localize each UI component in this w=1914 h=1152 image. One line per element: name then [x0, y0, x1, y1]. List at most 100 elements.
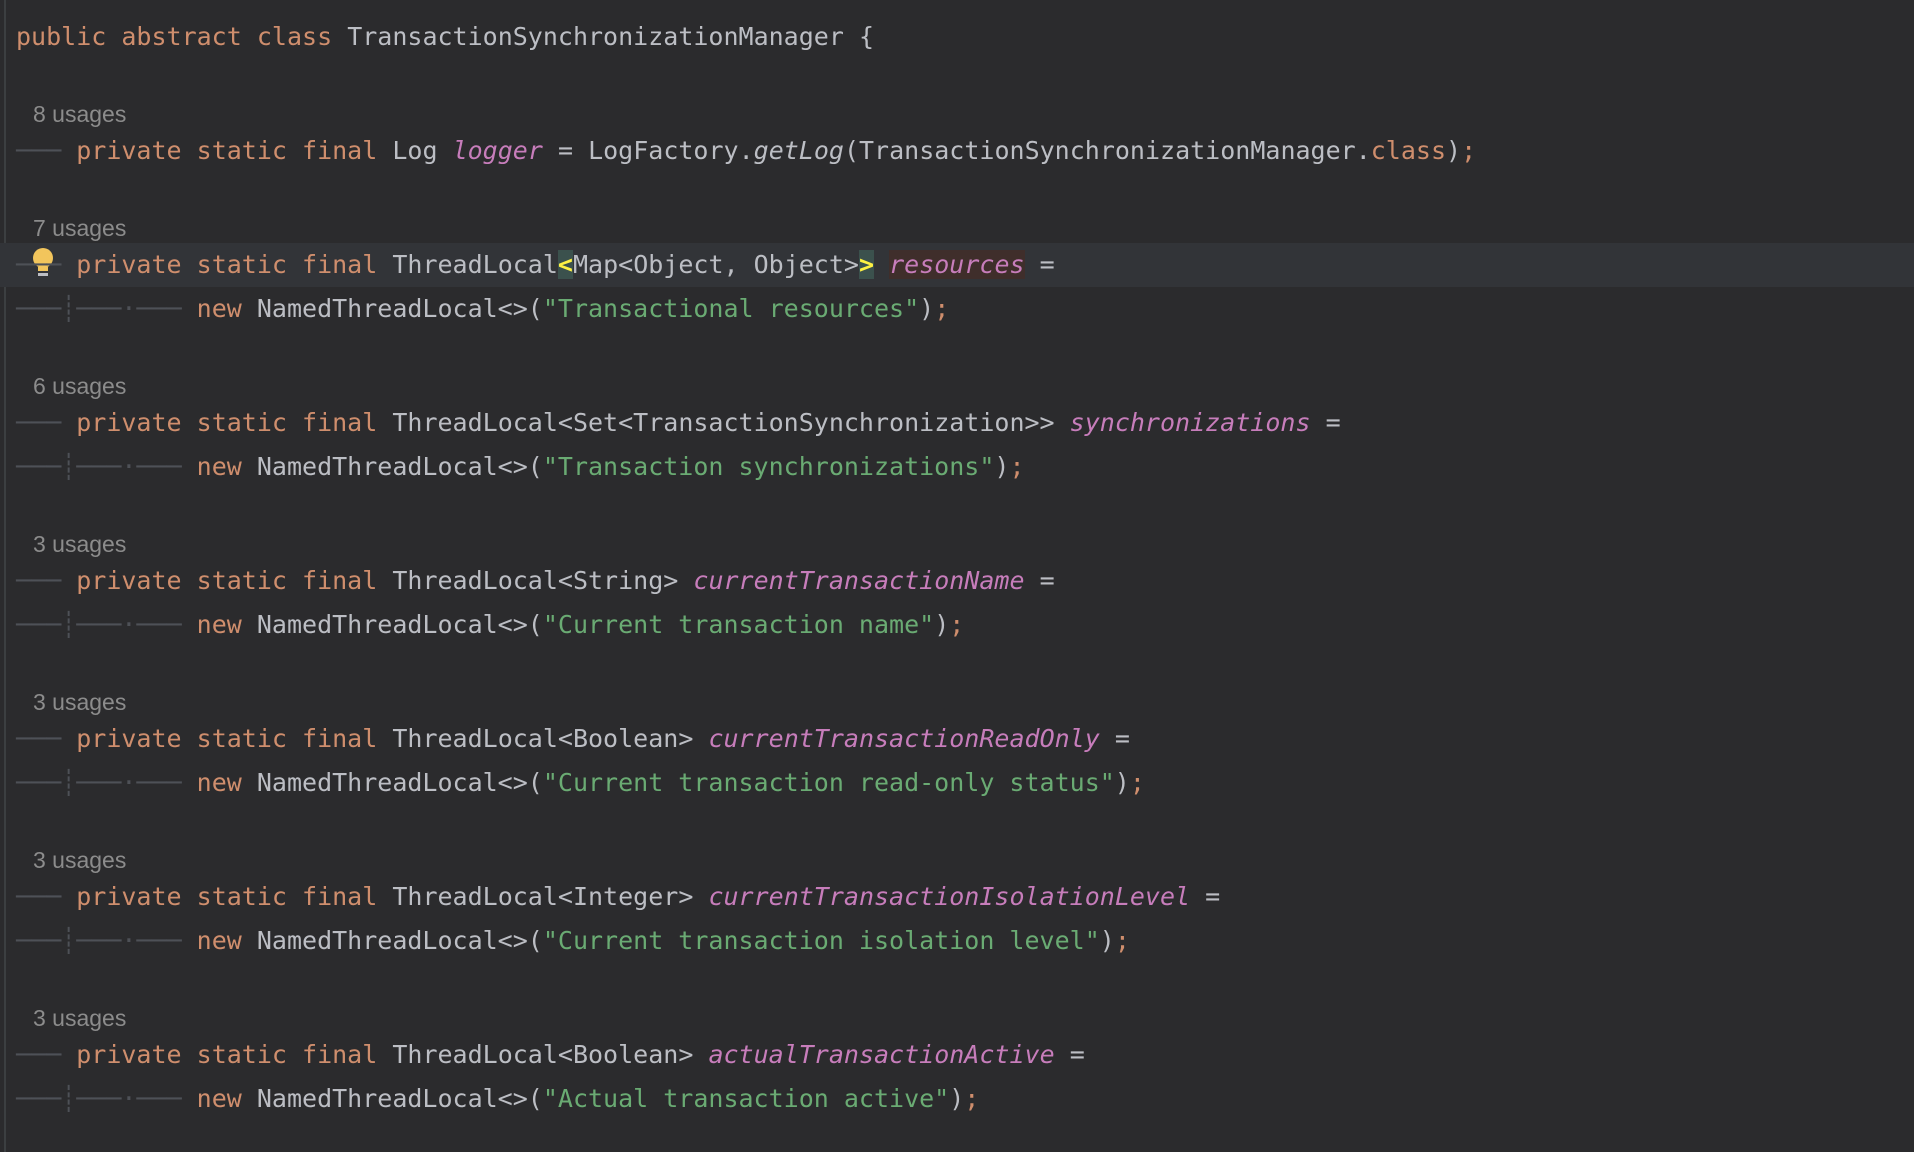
indent-guide: ───	[16, 882, 62, 911]
usages-hint-current-transaction-name[interactable]: 3 usages	[33, 524, 126, 564]
assign-operator: =	[1114, 724, 1130, 753]
init-line-current-transaction-isolation-level[interactable]: ───┊───·─── new NamedThreadLocal<>("Curr…	[16, 919, 1130, 963]
constructor-call[interactable]: NamedThreadLocal<>(	[257, 1084, 543, 1113]
indent-guide: ───┊───·───	[16, 610, 182, 639]
init-line-resources[interactable]: ───┊───·─── new NamedThreadLocal<>("Tran…	[16, 287, 949, 331]
keyword-new: new	[196, 610, 242, 639]
keyword-final: final	[302, 1040, 378, 1069]
keyword-new: new	[196, 1084, 242, 1113]
keyword-private: private	[76, 1040, 182, 1069]
keyword-class-literal: class	[1370, 136, 1447, 165]
keyword-final: final	[302, 724, 378, 753]
string-literal[interactable]: "Current transaction name"	[543, 610, 934, 639]
indent-guide: ───	[16, 1040, 62, 1069]
semicolon: ;	[1461, 136, 1477, 165]
field-type-arg[interactable]: Map<Object, Object>	[573, 250, 859, 279]
keyword-final: final	[302, 408, 378, 437]
indent-guide: ───	[16, 136, 62, 165]
field-name-current-transaction-isolation-level[interactable]: currentTransactionIsolationLevel	[708, 882, 1190, 911]
indent-guide: ───	[16, 724, 62, 753]
keyword-static: static	[196, 724, 287, 753]
indent-guide: ───┊───·───	[16, 926, 182, 955]
assign-operator: =	[1069, 1040, 1085, 1069]
field-line-synchronizations[interactable]: ─── private static final ThreadLocal<Set…	[16, 401, 1341, 445]
field-line-resources[interactable]: ─── private static final ThreadLocal<Map…	[16, 243, 1055, 287]
close-paren: )	[994, 452, 1010, 481]
init-args[interactable]: (TransactionSynchronizationManager.	[844, 136, 1371, 165]
matched-bracket-close: >	[858, 250, 875, 279]
indent-guide: ───	[16, 250, 62, 279]
keyword-static: static	[196, 882, 287, 911]
code-editor[interactable]: public abstract class TransactionSynchro…	[0, 0, 1914, 1152]
keyword-new: new	[196, 452, 242, 481]
keyword-final: final	[302, 882, 378, 911]
constructor-call[interactable]: NamedThreadLocal<>(	[257, 610, 543, 639]
keyword-final: final	[302, 566, 378, 595]
field-type[interactable]: ThreadLocal<String>	[392, 566, 678, 595]
keyword-private: private	[76, 250, 182, 279]
assign-operator: =	[1039, 566, 1055, 595]
usages-hint-logger[interactable]: 8 usages	[33, 94, 126, 134]
field-name-current-transaction-name[interactable]: currentTransactionName	[693, 566, 1024, 595]
usages-hint-resources[interactable]: 7 usages	[33, 208, 126, 248]
string-literal[interactable]: "Actual transaction active"	[543, 1084, 949, 1113]
field-line-logger[interactable]: ─── private static final Log logger = Lo…	[16, 129, 1476, 173]
keyword-static: static	[196, 250, 287, 279]
usages-hint-synchronizations[interactable]: 6 usages	[33, 366, 126, 406]
field-line-current-transaction-name[interactable]: ─── private static final ThreadLocal<Str…	[16, 559, 1055, 603]
assign-operator: =	[1205, 882, 1221, 911]
field-type[interactable]: Log	[392, 136, 437, 165]
assign-operator: =	[1325, 408, 1341, 437]
init-line-current-transaction-name[interactable]: ───┊───·─── new NamedThreadLocal<>("Curr…	[16, 603, 964, 647]
field-type[interactable]: ThreadLocal<Set<TransactionSynchronizati…	[392, 408, 1054, 437]
usages-hint-current-transaction-isolation-level[interactable]: 3 usages	[33, 840, 126, 880]
init-class[interactable]: LogFactory.	[588, 136, 754, 165]
keyword-new: new	[196, 768, 242, 797]
string-literal[interactable]: "Current transaction isolation level"	[543, 926, 1100, 955]
string-literal[interactable]: "Current transaction read-only status"	[543, 768, 1115, 797]
string-literal[interactable]: "Transaction synchronizations"	[543, 452, 995, 481]
close-paren: )	[919, 294, 935, 323]
semicolon: ;	[1129, 768, 1145, 797]
class-declaration-line[interactable]: public abstract class TransactionSynchro…	[16, 15, 874, 59]
constructor-call[interactable]: NamedThreadLocal<>(	[257, 768, 543, 797]
constructor-call[interactable]: NamedThreadLocal<>(	[257, 294, 543, 323]
keyword-private: private	[76, 882, 182, 911]
init-line-actual-transaction-active[interactable]: ───┊───·─── new NamedThreadLocal<>("Actu…	[16, 1077, 979, 1121]
field-line-actual-transaction-active[interactable]: ─── private static final ThreadLocal<Boo…	[16, 1033, 1085, 1077]
field-type[interactable]: ThreadLocal	[392, 250, 558, 279]
field-type[interactable]: ThreadLocal<Boolean>	[392, 1040, 693, 1069]
gutter-border	[4, 0, 6, 1152]
string-literal[interactable]: "Transactional resources"	[543, 294, 919, 323]
field-type[interactable]: ThreadLocal<Integer>	[392, 882, 693, 911]
indent-guide: ───┊───·───	[16, 768, 182, 797]
field-name-synchronizations[interactable]: synchronizations	[1070, 408, 1311, 437]
constructor-call[interactable]: NamedThreadLocal<>(	[257, 926, 543, 955]
class-name[interactable]: TransactionSynchronizationManager	[347, 22, 844, 51]
open-brace: {	[858, 22, 875, 51]
field-line-current-transaction-read-only[interactable]: ─── private static final ThreadLocal<Boo…	[16, 717, 1130, 761]
constructor-call[interactable]: NamedThreadLocal<>(	[257, 452, 543, 481]
matched-bracket-open: <	[557, 250, 573, 279]
init-line-synchronizations[interactable]: ───┊───·─── new NamedThreadLocal<>("Tran…	[16, 445, 1025, 489]
indent-guide: ───┊───·───	[16, 452, 182, 481]
init-line-current-transaction-read-only[interactable]: ───┊───·─── new NamedThreadLocal<>("Curr…	[16, 761, 1145, 805]
semicolon: ;	[949, 610, 965, 639]
close-paren: )	[934, 610, 950, 639]
indent-guide: ───	[16, 408, 62, 437]
field-type[interactable]: ThreadLocal<Boolean>	[392, 724, 693, 753]
field-name-actual-transaction-active[interactable]: actualTransactionActive	[708, 1040, 1054, 1069]
usages-hint-current-transaction-read-only[interactable]: 3 usages	[33, 682, 126, 722]
keyword-static: static	[196, 136, 287, 165]
usages-hint-actual-transaction-active[interactable]: 3 usages	[33, 998, 126, 1038]
keyword-final: final	[302, 250, 378, 279]
keyword-class: class	[256, 22, 333, 51]
semicolon: ;	[1009, 452, 1025, 481]
field-line-current-transaction-isolation-level[interactable]: ─── private static final ThreadLocal<Int…	[16, 875, 1220, 919]
field-name-current-transaction-read-only[interactable]: currentTransactionReadOnly	[708, 724, 1099, 753]
indent-guide: ───┊───·───	[16, 1084, 182, 1113]
keyword-static: static	[196, 408, 287, 437]
field-name-resources[interactable]: resources	[889, 250, 1025, 279]
field-name-logger[interactable]: logger	[453, 136, 543, 165]
init-method[interactable]: getLog	[754, 136, 844, 165]
